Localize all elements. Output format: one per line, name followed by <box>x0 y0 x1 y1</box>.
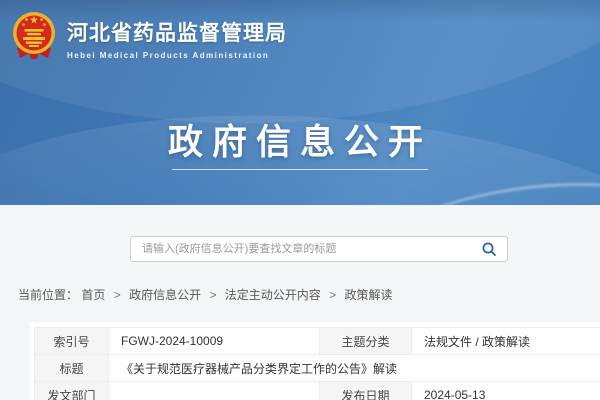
site-logo[interactable]: 河北省药品监督管理局 Hebei Medical Products Admini… <box>10 8 287 62</box>
site-name: 河北省药品监督管理局 <box>67 17 287 47</box>
site-name-en: Hebei Medical Products Administration <box>67 51 287 60</box>
breadcrumb-item-home[interactable]: 首页 <box>81 288 105 302</box>
page-title: 政府信息公开 <box>0 114 600 165</box>
publish-date-label: 发布日期 <box>320 382 412 400</box>
title-label: 标题 <box>35 355 109 382</box>
breadcrumb-separator: > <box>209 288 216 302</box>
site-title-block: 河北省药品监督管理局 Hebei Medical Products Admini… <box>67 8 287 60</box>
page-body: 当前位置： 首页 > 政府信息公开 > 法定主动公开内容 > 政策解读 索引号 … <box>0 205 600 400</box>
breadcrumb-item-statutory-content[interactable]: 法定主动公开内容 <box>225 288 321 302</box>
table-row: 索引号 FGWJ-2024-10009 主题分类 法规文件 / 政策解读 <box>35 328 600 355</box>
table-row: 发文部门 发布日期 2024-05-13 <box>35 382 600 400</box>
table-row: 标题 《关于规范医疗器械产品分类界定工作的公告》解读 <box>35 355 600 382</box>
search-button[interactable] <box>477 241 507 257</box>
breadcrumb-separator: > <box>329 288 336 302</box>
breadcrumb-separator: > <box>114 288 121 302</box>
subject-category-value: 法规文件 / 政策解读 <box>412 328 600 355</box>
publish-date-value: 2024-05-13 <box>412 382 600 400</box>
breadcrumb-item-info-disclosure[interactable]: 政府信息公开 <box>129 288 201 302</box>
title-underline <box>172 169 428 170</box>
subject-category-label: 主题分类 <box>320 328 412 355</box>
search-input[interactable] <box>131 243 477 255</box>
breadcrumb: 当前位置： 首页 > 政府信息公开 > 法定主动公开内容 > 政策解读 <box>18 286 393 303</box>
breadcrumb-item-policy-interpretation: 政策解读 <box>345 288 393 302</box>
page: 河北省药品监督管理局 Hebei Medical Products Admini… <box>0 0 600 400</box>
breadcrumb-label: 当前位置： <box>18 288 78 302</box>
title-value: 《关于规范医疗器械产品分类界定工作的公告》解读 <box>109 355 600 382</box>
search-icon <box>481 241 497 257</box>
document-info-table: 索引号 FGWJ-2024-10009 主题分类 法规文件 / 政策解读 标题 … <box>34 327 600 400</box>
hero-banner: 河北省药品监督管理局 Hebei Medical Products Admini… <box>0 0 600 205</box>
search-bar <box>130 236 508 262</box>
national-emblem-icon <box>10 8 58 62</box>
document-info-card: 索引号 FGWJ-2024-10009 主题分类 法规文件 / 政策解读 标题 … <box>30 322 600 400</box>
index-number-value: FGWJ-2024-10009 <box>109 328 320 355</box>
issuing-department-label: 发文部门 <box>35 382 109 400</box>
issuing-department-value <box>109 382 320 400</box>
index-number-label: 索引号 <box>35 328 109 355</box>
